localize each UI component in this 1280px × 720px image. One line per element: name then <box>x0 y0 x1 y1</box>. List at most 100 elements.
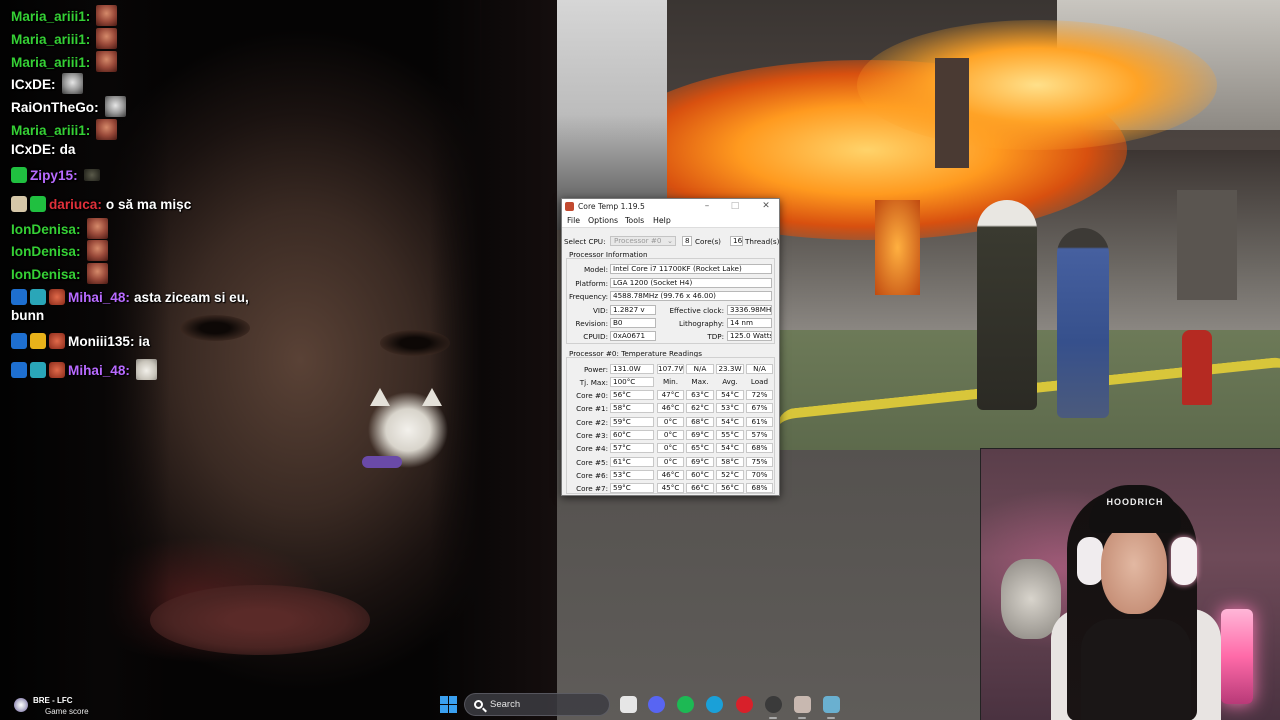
skull-emote-icon <box>104 96 126 117</box>
window-title: Core Temp 1.19.5 <box>578 202 645 211</box>
chat-text: ia <box>138 334 150 349</box>
power-value: N/A <box>746 364 773 374</box>
game-score-widget[interactable]: BRE - LFC Game score <box>12 693 132 719</box>
core-load-value: 68% <box>746 443 773 454</box>
core-load-value: 75% <box>746 456 773 467</box>
col-header-load: Load <box>750 377 769 386</box>
menu-file[interactable]: File <box>567 216 580 225</box>
dragon-badge-icon <box>49 333 65 349</box>
effective-clock-value: 3336.98MHz <box>727 305 772 315</box>
core-label: Core #0: <box>576 391 608 400</box>
chat-username[interactable]: Maria_ariii1: <box>11 55 90 70</box>
skull-emote-icon <box>61 73 83 94</box>
chat-username[interactable]: Mihai_48: <box>68 363 130 378</box>
core-temp-value: 53°C <box>610 469 654 480</box>
core-max-value: 66°C <box>686 483 714 494</box>
chat-text: o să ma mișc <box>105 197 192 212</box>
tjmax-value: 100°C <box>610 377 654 387</box>
chat-username[interactable]: ICxDE: <box>11 77 56 92</box>
core-label: Core #5: <box>576 457 608 467</box>
maria-emote-icon <box>86 218 108 239</box>
chat-username[interactable]: Moniii135: <box>68 334 134 349</box>
core-load-value: 68% <box>746 483 773 494</box>
core-temp-value: 56°C <box>610 390 654 400</box>
chat-message: Moniii135: ia <box>11 333 150 350</box>
maximize-icon[interactable]: □ <box>726 200 744 212</box>
discord-icon[interactable] <box>648 696 665 713</box>
menu-tools[interactable]: Tools <box>625 216 644 225</box>
revision-value: B0 <box>610 318 656 328</box>
power-value: 131.0W <box>610 364 654 374</box>
chat-username[interactable]: dariuca: <box>49 197 102 212</box>
cup-badge-icon <box>11 196 27 212</box>
red-app-icon[interactable] <box>736 696 753 713</box>
core-label: Core #4: <box>576 444 608 454</box>
core-avg-value: 54°C <box>716 390 744 400</box>
dragon-badge-icon <box>49 289 65 305</box>
obs-icon[interactable] <box>765 696 782 713</box>
effective-clock-label: Effective clock: <box>669 306 724 315</box>
power-value: 23.3W <box>716 364 744 374</box>
spotify-icon[interactable] <box>677 696 694 713</box>
minimize-icon[interactable]: – <box>698 200 716 212</box>
processor-select-value: Processor #0 <box>614 236 662 245</box>
core-min-value: 0°C <box>657 416 684 427</box>
chat-username[interactable]: Zipy15: <box>30 168 78 183</box>
chat-username[interactable]: IonDenisa: <box>11 267 81 282</box>
core-temp-value: 58°C <box>610 403 654 414</box>
chat-text-continuation: bunn <box>11 308 45 323</box>
core-min-value: 0°C <box>657 443 684 454</box>
chat-username[interactable]: ICxDE: <box>11 142 56 157</box>
cores-label: Core(s) <box>695 237 721 246</box>
maria-emote-icon <box>96 28 118 49</box>
core-max-value: 63°C <box>686 390 714 400</box>
chat-message: Maria_ariii1: <box>11 5 118 26</box>
core-label: Core #3: <box>576 430 608 440</box>
maria-emote-icon <box>96 51 118 72</box>
core-avg-value: 58°C <box>716 456 744 467</box>
model-label: Model: <box>583 265 608 274</box>
tdp-value: 125.0 Watts <box>727 331 772 341</box>
chat-username[interactable]: IonDenisa: <box>11 244 81 259</box>
chat-text: asta ziceam si eu, <box>133 290 249 305</box>
select-cpu-label: Select CPU: <box>564 237 606 246</box>
close-icon[interactable]: ✕ <box>757 200 775 212</box>
vid-label: VID: <box>593 306 608 315</box>
core-avg-value: 52°C <box>716 469 744 480</box>
edge-icon[interactable] <box>706 696 723 713</box>
tjmax-label: Tj. Max: <box>579 378 608 387</box>
chat-username[interactable]: IonDenisa: <box>11 222 81 237</box>
processor-select[interactable]: Processor #0 ⌄ <box>610 236 676 246</box>
chat-message: RaiOnTheGo: <box>11 96 126 117</box>
menu-help[interactable]: Help <box>653 216 671 225</box>
game-subtitle: Game score <box>45 707 89 716</box>
chat-message: IonDenisa: <box>11 218 108 239</box>
chat-username[interactable]: Maria_ariii1: <box>11 9 90 24</box>
chat-username[interactable]: Mihai_48: <box>68 290 130 305</box>
chat-app-icon[interactable] <box>794 696 811 713</box>
platform-value: LGA 1200 (Socket H4) <box>610 278 772 288</box>
hand-emote-icon <box>83 169 100 181</box>
core-temp-window[interactable]: Core Temp 1.19.5 – □ ✕ File Options Tool… <box>561 198 780 496</box>
running-indicator <box>827 717 835 719</box>
cpuid-label: CPUID: <box>583 332 608 341</box>
core-temp-icon[interactable] <box>823 696 840 713</box>
menu-options[interactable]: Options <box>588 216 618 225</box>
chevron-down-icon: ⌄ <box>666 236 673 245</box>
core-temp-value: 57°C <box>610 443 654 454</box>
cap-logo-text: HOODRICH <box>1106 497 1164 507</box>
file-explorer-icon[interactable] <box>620 696 637 713</box>
core-max-value: 65°C <box>686 443 714 454</box>
taskbar-search[interactable]: Search <box>464 693 610 716</box>
col-header-min: Min. <box>662 377 679 386</box>
chat-username[interactable]: RaiOnTheGo: <box>11 100 99 115</box>
threads-count: 16 <box>730 236 743 246</box>
core-max-value: 68°C <box>686 416 714 427</box>
windows-start-icon[interactable] <box>440 696 457 713</box>
chat-message: Mihai_48: asta ziceam si eu, bunn <box>11 289 249 324</box>
core-label: Core #7: <box>576 484 608 494</box>
frequency-value: 4588.78MHz (99.76 x 46.00) <box>610 291 772 301</box>
chat-username[interactable]: Maria_ariii1: <box>11 32 90 47</box>
chat-username[interactable]: Maria_ariii1: <box>11 123 90 138</box>
window-titlebar[interactable]: Core Temp 1.19.5 – □ ✕ <box>562 199 779 214</box>
